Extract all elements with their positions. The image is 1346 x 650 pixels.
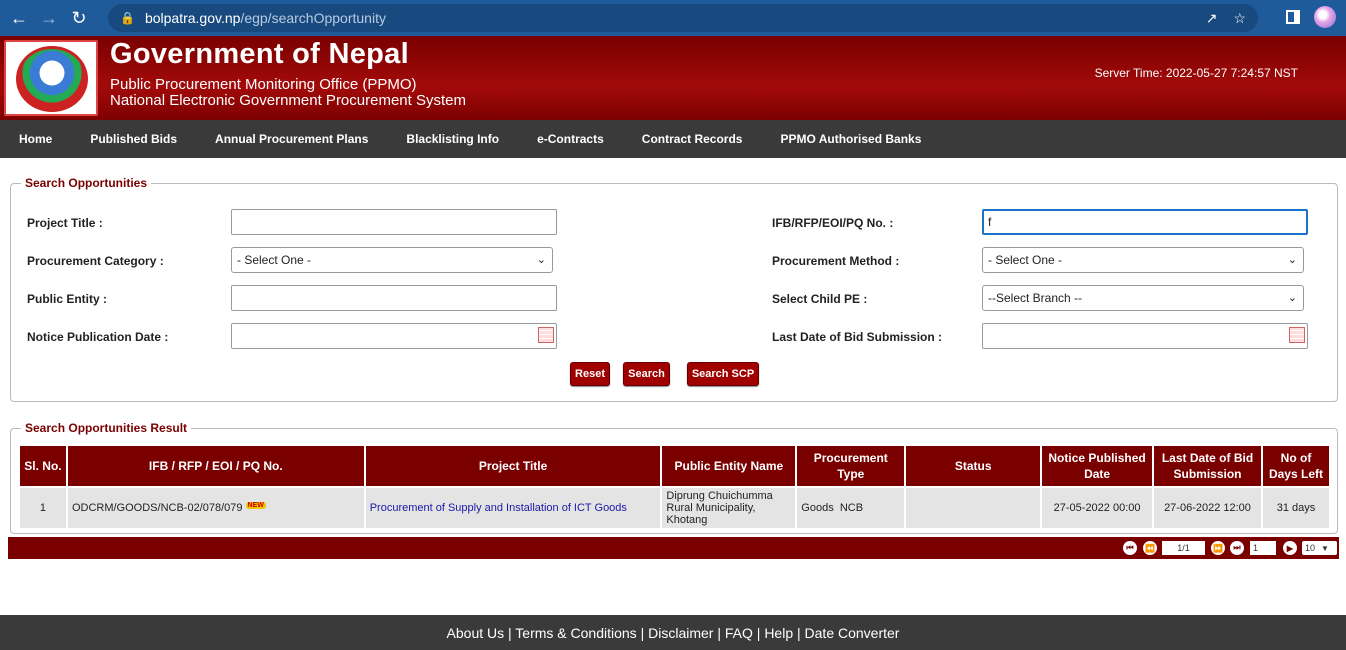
notice-publication-date-label: Notice Publication Date :: [27, 330, 169, 344]
cell-procurement-type: Goods NCB: [797, 488, 905, 528]
procurement-method-value: - Select One -: [988, 253, 1063, 267]
col-header-notice-date[interactable]: Notice Published Date: [1042, 446, 1153, 486]
footer-faq[interactable]: FAQ: [725, 625, 753, 641]
menu-contract-records[interactable]: Contract Records: [642, 132, 743, 146]
previous-page-icon[interactable]: ⏪: [1143, 541, 1157, 555]
public-entity-input[interactable]: [231, 285, 557, 311]
chevron-down-icon: ⌄: [1287, 292, 1297, 304]
procurement-method-label: Procurement Method :: [772, 254, 900, 268]
project-title-label: Project Title :: [27, 216, 103, 230]
cell-public-entity: Diprung Chuichumma Rural Municipality, K…: [662, 488, 796, 528]
col-header-days-left[interactable]: No of Days Left: [1262, 446, 1329, 486]
project-title-link[interactable]: Procurement of Supply and Installation o…: [370, 502, 627, 514]
first-page-icon[interactable]: ⏮: [1123, 541, 1137, 555]
page-info: 1/1: [1162, 541, 1205, 555]
page-size-select[interactable]: 10 ▼: [1302, 541, 1337, 555]
col-header-last-date[interactable]: Last Date of Bid Submission: [1154, 446, 1261, 486]
search-panel-legend: Search Opportunities: [21, 176, 152, 190]
last-page-icon[interactable]: ⏭: [1230, 541, 1244, 555]
ifb-number-input[interactable]: f: [982, 209, 1308, 235]
lock-icon: 🔒: [120, 11, 135, 25]
search-scp-button[interactable]: Search SCP: [687, 362, 759, 386]
col-header-public-entity[interactable]: Public Entity Name: [662, 446, 796, 486]
browser-toolbar: ← → ↻ 🔒 bolpatra.gov.np/egp/searchOpport…: [0, 0, 1346, 36]
menu-ppmo-authorised-banks[interactable]: PPMO Authorised Banks: [780, 132, 921, 146]
nepal-emblem-logo: [4, 40, 98, 116]
menu-annual-procurement-plans[interactable]: Annual Procurement Plans: [215, 132, 368, 146]
reload-icon[interactable]: ↻: [68, 7, 90, 29]
cell-notice-date: 27-05-2022 00:00: [1042, 488, 1153, 528]
address-bar[interactable]: 🔒 bolpatra.gov.np/egp/searchOpportunity …: [108, 4, 1258, 32]
last-date-bid-submission-input[interactable]: [982, 323, 1308, 349]
child-pe-select[interactable]: --Select Branch -- ⌄: [982, 285, 1304, 311]
ifb-number-label: IFB/RFP/EOI/PQ No. :: [772, 216, 894, 230]
menu-blacklisting-info[interactable]: Blacklisting Info: [406, 132, 499, 146]
url-host: bolpatra.gov.np: [144, 10, 241, 26]
col-header-sl-no[interactable]: Sl. No.: [20, 446, 66, 486]
site-subtitle-ppmo: Public Procurement Monitoring Office (PP…: [110, 76, 417, 93]
footer-disclaimer[interactable]: Disclaimer: [648, 625, 713, 641]
site-title: Government of Nepal: [110, 38, 409, 70]
procurement-method-select[interactable]: - Select One - ⌄: [982, 247, 1304, 273]
col-header-project-title[interactable]: Project Title: [365, 446, 661, 486]
calendar-icon[interactable]: [1289, 327, 1305, 343]
notice-publication-date-input[interactable]: [231, 323, 557, 349]
footer-help[interactable]: Help: [764, 625, 793, 641]
site-header: Government of Nepal Public Procurement M…: [0, 36, 1346, 120]
procurement-category-select[interactable]: - Select One - ⌄: [231, 247, 553, 273]
procurement-category-label: Procurement Category :: [27, 254, 164, 268]
table-row: 1 ODCRM/GOODS/NCB-02/078/079 NEW Procurem…: [20, 488, 1329, 528]
bookmark-star-icon[interactable]: ☆: [1233, 10, 1246, 27]
table-header-row: Sl. No. IFB / RFP / EOI / PQ No. Project…: [20, 446, 1329, 486]
public-entity-label: Public Entity :: [27, 292, 108, 306]
chevron-down-icon: ▼: [1321, 543, 1329, 553]
page-number-input[interactable]: 1: [1250, 541, 1276, 555]
col-header-ifb-no[interactable]: IFB / RFP / EOI / PQ No.: [67, 446, 364, 486]
menu-published-bids[interactable]: Published Bids: [90, 132, 177, 146]
search-button[interactable]: Search: [623, 362, 670, 386]
share-icon[interactable]: ↗: [1206, 10, 1218, 27]
reset-button[interactable]: Reset: [570, 362, 610, 386]
chevron-down-icon: ⌄: [536, 254, 546, 266]
col-header-status[interactable]: Status: [906, 446, 1041, 486]
new-badge-icon: NEW: [245, 502, 266, 509]
ifb-number-text: ODCRM/GOODS/NCB-02/078/079: [71, 502, 243, 514]
profile-avatar[interactable]: [1314, 6, 1336, 28]
footer-about-us[interactable]: About Us: [447, 625, 505, 641]
procurement-category-value: - Select One -: [237, 253, 312, 267]
site-subtitle-egp: National Electronic Government Procureme…: [110, 92, 466, 109]
col-header-procurement-type[interactable]: Procurement Type: [797, 446, 905, 486]
forward-arrow-icon[interactable]: →: [38, 7, 60, 29]
site-footer: About Us | Terms & Conditions | Disclaim…: [0, 615, 1346, 650]
calendar-icon[interactable]: [538, 327, 554, 343]
go-page-icon[interactable]: ▶: [1283, 541, 1297, 555]
cell-days-left: 31 days: [1262, 488, 1329, 528]
results-table: Sl. No. IFB / RFP / EOI / PQ No. Project…: [18, 444, 1331, 530]
child-pe-value: --Select Branch --: [988, 291, 1083, 305]
url-path: /egp/searchOpportunity: [240, 10, 386, 26]
footer-terms[interactable]: Terms & Conditions: [515, 625, 636, 641]
server-time: Server Time: 2022-05-27 7:24:57 NST: [1094, 66, 1298, 80]
menu-e-contracts[interactable]: e-Contracts: [537, 132, 604, 146]
project-title-input[interactable]: [231, 209, 557, 235]
last-date-bid-submission-label: Last Date of Bid Submission :: [772, 330, 943, 344]
cell-project-title: Procurement of Supply and Installation o…: [365, 488, 661, 528]
side-panel-icon[interactable]: [1286, 10, 1300, 24]
page-size-value: 10: [1305, 543, 1316, 553]
chevron-down-icon: ⌄: [1287, 254, 1297, 266]
cell-ifb-no: ODCRM/GOODS/NCB-02/078/079 NEW: [67, 488, 364, 528]
next-page-icon[interactable]: ⏩: [1211, 541, 1225, 555]
results-panel-legend: Search Opportunities Result: [21, 421, 192, 435]
back-arrow-icon[interactable]: ←: [8, 7, 30, 29]
footer-date-converter[interactable]: Date Converter: [805, 625, 900, 641]
cell-last-date: 27-06-2022 12:00: [1154, 488, 1261, 528]
child-pe-label: Select Child PE :: [772, 292, 868, 306]
menu-home[interactable]: Home: [19, 132, 52, 146]
pagination-bar: ⏮ ⏪ 1/1 ⏩ ⏭ 1 ▶ 10 ▼: [8, 537, 1339, 559]
cell-status: [906, 488, 1041, 528]
cell-sl-no: 1: [20, 488, 66, 528]
main-menu: Home Published Bids Annual Procurement P…: [0, 120, 1346, 158]
